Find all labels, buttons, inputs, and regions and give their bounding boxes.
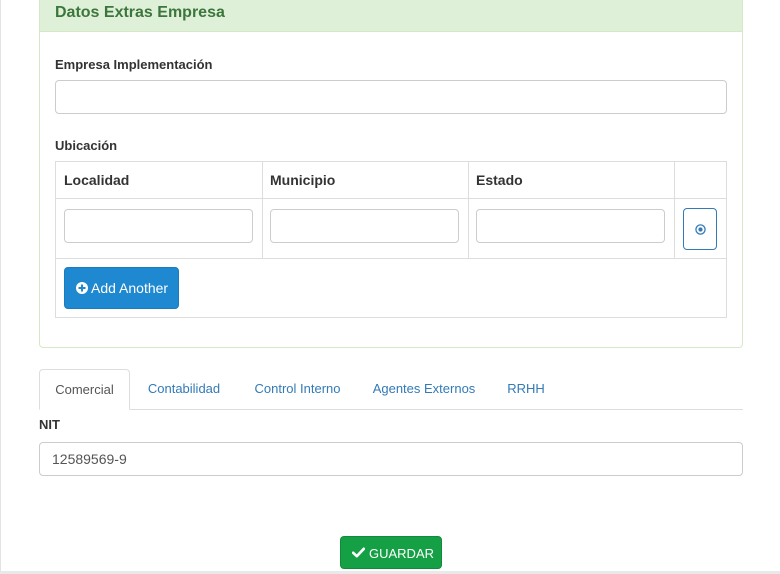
panel-title: Datos Extras Empresa	[55, 4, 225, 21]
municipio-input[interactable]	[270, 209, 459, 243]
remove-circle-icon	[695, 224, 706, 235]
tab-rrhh[interactable]: RRHH	[501, 369, 551, 409]
tab-control-interno[interactable]: Control Interno	[245, 369, 350, 409]
column-header-estado: Estado	[468, 162, 674, 199]
column-header-localidad: Localidad	[56, 162, 262, 199]
nit-input[interactable]	[39, 442, 743, 476]
nit-label: NIT	[39, 417, 60, 432]
ubicacion-label: Ubicación	[55, 138, 118, 153]
page-left-border	[0, 0, 1, 574]
datos-extras-panel: Datos Extras Empresa Empresa Implementac…	[39, 0, 743, 348]
column-header-municipio: Municipio	[262, 162, 468, 199]
column-divider	[674, 162, 675, 259]
column-divider	[262, 162, 263, 259]
plus-circle-icon	[76, 282, 88, 294]
remove-row-button[interactable]	[683, 208, 717, 250]
ubicacion-table: Localidad Municipio Estado Add Another	[55, 161, 727, 318]
tab-agentes-externos[interactable]: Agentes Externos	[366, 369, 482, 409]
column-divider	[468, 162, 469, 259]
add-another-button[interactable]: Add Another	[64, 267, 179, 309]
empresa-implementacion-label: Empresa Implementación	[55, 57, 213, 72]
add-another-label: Add Another	[91, 280, 169, 296]
guardar-label: GUARDAR	[369, 546, 435, 561]
page: Datos Extras Empresa Empresa Implementac…	[0, 0, 780, 574]
column-header-actions	[674, 162, 726, 199]
tab-contabilidad[interactable]: Contabilidad	[139, 369, 229, 409]
empresa-implementacion-input[interactable]	[55, 80, 727, 114]
tab-comercial[interactable]: Comercial	[39, 369, 130, 410]
localidad-input[interactable]	[64, 209, 253, 243]
guardar-button[interactable]: GUARDAR	[340, 536, 442, 569]
check-icon	[352, 547, 365, 558]
row-divider	[56, 258, 726, 259]
section-tabs: Comercial Contabilidad Control Interno A…	[39, 369, 743, 410]
estado-input[interactable]	[476, 209, 665, 243]
panel-heading: Datos Extras Empresa	[40, 0, 742, 32]
